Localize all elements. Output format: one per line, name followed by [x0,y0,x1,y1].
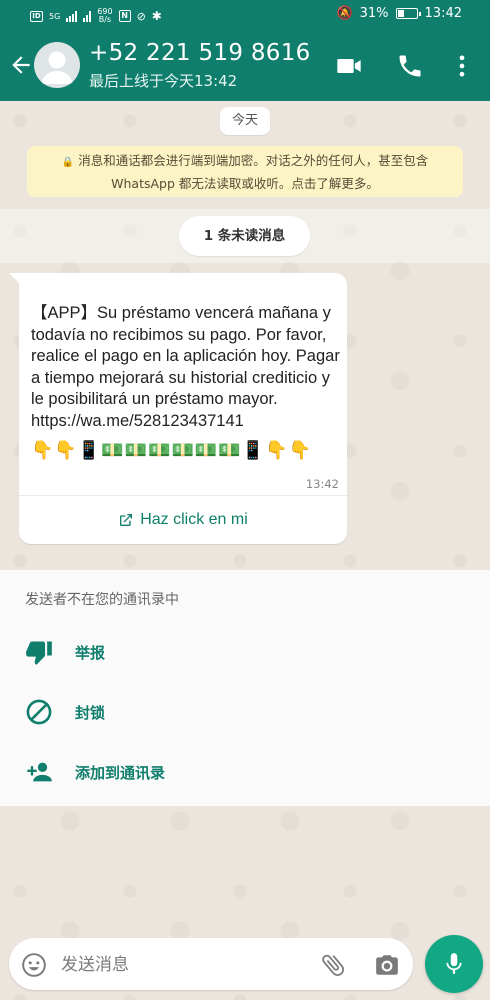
external-link-icon [120,514,133,526]
status-left: ID 5G 690 B/s N ⊘ ✱ [30,8,162,24]
message-input[interactable] [59,948,303,982]
message-emoji-line: 👇👇📱💵💵💵💵💵💵📱👇👇 [31,440,312,461]
back-arrow-icon[interactable] [8,52,34,78]
link-button-label: Haz click en mi [140,511,248,528]
wifi-icon [83,10,92,22]
alarm-off-icon: 🔕 [336,6,353,21]
report-label: 举报 [75,644,106,662]
bluetooth-icon: ✱ [151,9,162,23]
attach-icon[interactable] [319,951,347,979]
thumb-down-icon [26,641,52,665]
nfc-icon: ID [30,10,43,22]
date-chip: 今天 [220,107,270,135]
battery-fill [397,10,404,17]
encryption-notice-line2: WhatsApp 都无法读取或收听。点击了解更多。 [111,176,379,191]
encryption-notice-line1: 🔒 消息和通话都会进行端到端加密。对话之外的任何人，甚至包含 [27,150,463,173]
signal-icon [66,10,78,22]
add-contact-label: 添加到通讯录 [75,764,166,782]
message-bubble[interactable]: 【APP】Su préstamo vencerá mañana y todaví… [19,273,347,544]
default-avatar-icon [41,51,73,84]
net-speed-unit: B/s [98,15,112,24]
open-link-button[interactable]: Haz click en mi [19,496,347,544]
status-right: 🔕 31% 13:42 [336,6,462,21]
report-action[interactable]: 举报 [0,630,490,674]
encryption-notice[interactable]: 🔒 消息和通话都会进行端到端加密。对话之外的任何人，甚至包含 WhatsApp … [27,146,463,197]
battery-icon [395,8,421,19]
encryption-text-1: 消息和通话都会进行端到端加密。对话之外的任何人，甚至包含 [78,153,429,168]
microphone-icon [446,953,462,974]
status-bar: ID 5G 690 B/s N ⊘ ✱ 🔕 31% 13:42 [0,0,490,30]
unknown-sender-panel: 发送者不在您的通讯录中 举报 封锁 添加到通讯录 [0,570,490,806]
camera-icon[interactable] [373,952,401,978]
nfc-n-icon: N [118,10,131,22]
voice-record-button[interactable] [425,935,483,993]
contact-name[interactable]: +52 221 519 8616 [89,40,311,66]
block-action[interactable]: 封锁 [0,690,490,734]
mute-icon: ⊘ [136,9,146,23]
block-label: 封锁 [75,704,106,722]
clock: 13:42 [424,6,462,21]
add-contact-action[interactable]: 添加到通讯录 [0,750,490,794]
network-type: 5G [49,11,61,21]
emoji-icon[interactable] [21,952,47,978]
add-contact-icon [27,762,52,782]
battery-percent: 31% [359,6,389,21]
message-time: 13:42 [305,477,339,491]
unread-messages-chip: 1 条未读消息 [179,216,310,256]
message-composer [9,938,413,990]
unknown-sender-title: 发送者不在您的通讯录中 [25,592,179,608]
block-icon [26,699,52,725]
net-speed: 690 B/s [97,8,112,24]
chat-header: +52 221 519 8616 最后上线于今天13:42 [0,30,490,101]
more-options-icon[interactable] [448,52,476,80]
video-call-icon[interactable] [335,52,363,80]
voice-call-icon[interactable] [396,52,424,80]
last-seen-status: 最后上线于今天13:42 [89,72,238,90]
message-text[interactable]: 【APP】Su préstamo vencerá mañana y todaví… [31,303,341,432]
avatar[interactable] [34,42,80,88]
lock-icon: 🔒 [61,157,75,168]
